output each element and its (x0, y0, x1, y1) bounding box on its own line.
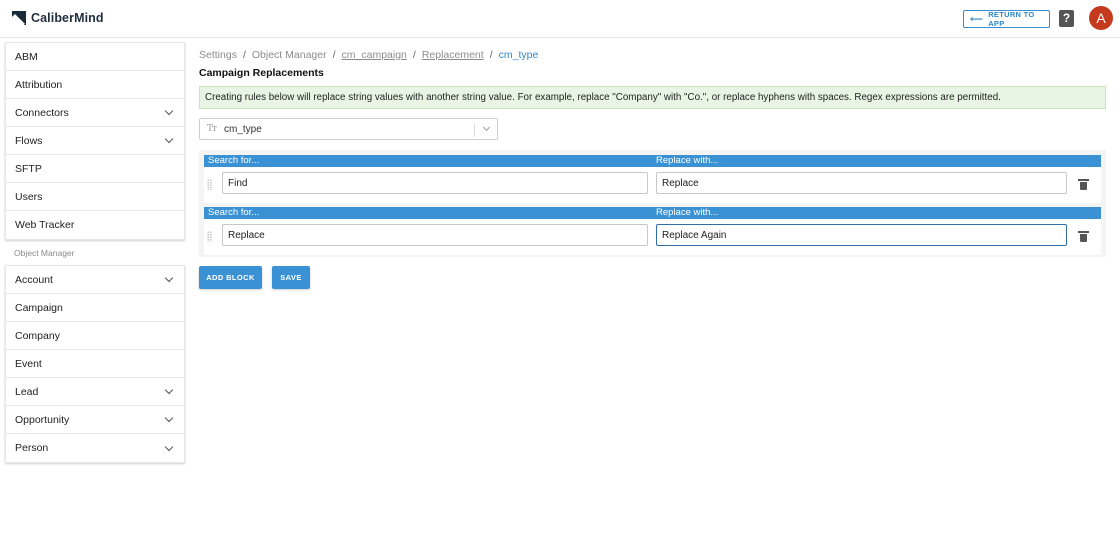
add-block-button[interactable]: ADD BLOCK (199, 266, 262, 289)
search-for-input[interactable]: Find (222, 172, 648, 194)
sidebar-item-connectors[interactable]: Connectors (6, 99, 184, 127)
chevron-down-icon (164, 273, 174, 283)
app-name: CaliberMind (31, 11, 104, 25)
sidebar-item-flows[interactable]: Flows (6, 127, 184, 155)
field-select-value: cm_type (223, 123, 262, 135)
chevron-down-icon (164, 442, 174, 451)
sidebar-item-company[interactable]: Company (6, 322, 184, 350)
replace-with-header: Replace with... (656, 207, 719, 218)
breadcrumb-separator: / (242, 49, 246, 61)
sidebar-item-event[interactable]: Event (6, 350, 184, 378)
sidebar-item-sftp[interactable]: SFTP (6, 155, 184, 183)
settings-nav: ABM Attribution Connectors Flows SFTP Us… (5, 42, 185, 240)
help-icon[interactable]: ? (1059, 10, 1074, 27)
block-header: Search for... Replace with... (204, 207, 1101, 219)
drag-handle-icon[interactable] (207, 231, 212, 242)
replacement-block: Search for... Replace with... Replace Re… (204, 207, 1101, 255)
sidebar-item-abm[interactable]: ABM (6, 43, 184, 71)
top-bar: CaliberMind ⟵ RETURN TO APP ? A (0, 0, 1120, 38)
return-to-app-button[interactable]: ⟵ RETURN TO APP (963, 10, 1050, 28)
search-for-header: Search for... (208, 155, 260, 166)
sidebar: ABM Attribution Connectors Flows SFTP Us… (5, 42, 185, 463)
search-for-input[interactable]: Replace (222, 224, 648, 246)
search-for-header: Search for... (208, 207, 260, 218)
sidebar-item-web-tracker[interactable]: Web Tracker (6, 211, 184, 239)
chevron-down-icon[interactable] (482, 123, 491, 132)
breadcrumb-separator: / (332, 49, 336, 61)
block-body: Replace Replace Again (204, 219, 1101, 255)
breadcrumb-current[interactable]: cm_type (499, 49, 539, 61)
drag-handle-icon[interactable] (207, 179, 212, 190)
block-body: Find Replace (204, 167, 1101, 203)
app-logo[interactable]: CaliberMind (12, 11, 104, 25)
sidebar-item-lead[interactable]: Lead (6, 378, 184, 406)
breadcrumb-separator: / (489, 49, 493, 61)
save-button[interactable]: SAVE (272, 266, 310, 289)
arrow-left-icon: ⟵ (970, 13, 984, 24)
sidebar-item-person[interactable]: Person (6, 434, 184, 462)
avatar[interactable]: A (1089, 6, 1113, 30)
info-banner-text: Creating rules below will replace string… (205, 92, 1001, 103)
sidebar-item-opportunity[interactable]: Opportunity (6, 406, 184, 434)
sidebar-item-account[interactable]: Account (6, 266, 184, 294)
replacement-blocks: Search for... Replace with... Find Repla… (199, 150, 1106, 257)
replacement-block: Search for... Replace with... Find Repla… (204, 155, 1101, 203)
page-title: Campaign Replacements (199, 67, 324, 79)
main-content: Settings / Object Manager / cm_campaign … (199, 47, 1107, 289)
chevron-down-icon (164, 413, 174, 423)
replace-with-input[interactable]: Replace (656, 172, 1067, 194)
sidebar-item-users[interactable]: Users (6, 183, 184, 211)
select-divider (474, 123, 475, 137)
breadcrumb-settings[interactable]: Settings (199, 49, 237, 61)
chevron-down-icon (164, 106, 174, 116)
trash-icon[interactable] (1078, 179, 1089, 190)
breadcrumb-replacement[interactable]: Replacement (422, 49, 484, 61)
replace-with-header: Replace with... (656, 155, 719, 166)
logo-mark-icon (12, 11, 26, 25)
info-banner: Creating rules below will replace string… (199, 86, 1106, 109)
sidebar-item-attribution[interactable]: Attribution (6, 71, 184, 99)
sidebar-item-campaign[interactable]: Campaign (6, 294, 184, 322)
breadcrumb-separator: / (412, 49, 416, 61)
return-to-app-label: RETURN TO APP (988, 10, 1035, 28)
breadcrumb-object-manager[interactable]: Object Manager (252, 49, 327, 61)
field-select[interactable]: Tт cm_type (199, 118, 498, 140)
chevron-down-icon (164, 385, 174, 395)
breadcrumb-cm-campaign[interactable]: cm_campaign (342, 49, 407, 61)
text-type-icon: Tт (207, 124, 217, 134)
chevron-down-icon (164, 134, 174, 144)
block-header: Search for... Replace with... (204, 155, 1101, 167)
replace-with-input[interactable]: Replace Again (656, 224, 1067, 246)
breadcrumb: Settings / Object Manager / cm_campaign … (199, 47, 1107, 63)
object-manager-nav: Account Campaign Company Event Lead Oppo… (5, 265, 185, 463)
trash-icon[interactable] (1078, 231, 1089, 242)
object-manager-section-label: Object Manager (14, 247, 75, 258)
